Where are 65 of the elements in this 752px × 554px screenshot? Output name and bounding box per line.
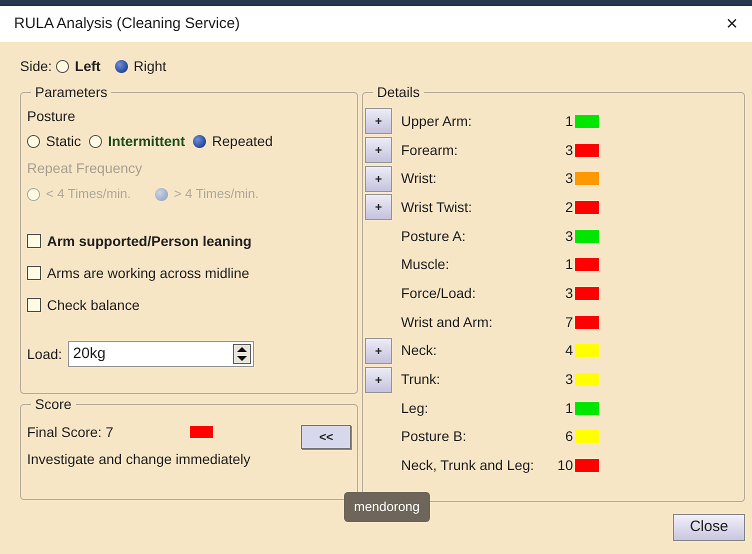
checkbox-label: Arms are working across midline [47,264,250,283]
detail-value: 3 [564,226,574,246]
posture-label: Posture [27,107,76,126]
detail-value: 3 [564,370,574,390]
score-message: Investigate and change immediately [27,450,252,469]
close-dialog-button[interactable]: Close [673,514,745,541]
detail-value: 3 [564,284,574,303]
detail-value: 1 [564,112,574,131]
detail-label: Posture A: [401,226,467,246]
detail-label: Neck, Trunk and Leg: [401,456,536,476]
detail-label: Leg: [401,398,430,418]
checkbox-label: Arm supported/Person leaning [47,232,252,251]
checkbox[interactable] [27,298,41,312]
detail-label: Wrist: [401,169,438,188]
detail-value: 3 [564,169,574,188]
detail-label: Posture B: [401,427,468,446]
tooltip: mendorong [344,492,430,522]
radio-label: Repeated [212,132,273,151]
detail-value: 1 [564,398,574,418]
radio-label: < 4 Times/min. [46,185,131,204]
final-score: Final Score: 7 [27,422,114,442]
expand-button[interactable]: + [365,108,392,134]
checkbox-label: Check balance [47,296,140,314]
side-label: Side: [20,56,52,76]
close-button[interactable]: × [720,12,744,36]
checkbox[interactable] [27,266,41,280]
detail-label: Muscle: [401,255,450,274]
radio-button[interactable] [27,134,40,148]
detail-value: 3 [564,140,574,160]
load-label: Load: [27,344,62,364]
expand-button[interactable]: + [365,194,392,220]
detail-label: Force/Load: [401,284,477,303]
radio-selected[interactable] [154,188,168,200]
detail-label: Forearm: [401,140,459,160]
detail-label: Neck: [401,341,438,360]
detail-value: 1 [564,255,574,274]
expand-button[interactable]: + [365,366,392,393]
radio-button[interactable] [89,134,102,148]
detail-label: Wrist Twist: [401,198,474,217]
detail-label: Trunk: [401,370,442,390]
detail-value: 2 [564,198,574,217]
expand-button[interactable]: + [365,338,392,364]
detail-value: 4 [564,341,574,360]
frequency-label: Repeat Frequency [27,159,144,178]
detail-value: 7 [564,312,574,332]
expand-button[interactable]: + [365,137,392,164]
detail-value: 6 [564,427,574,446]
checkbox[interactable] [27,234,41,248]
expand-button[interactable]: + [365,166,392,192]
load-spin-field[interactable]: 20kg [68,341,254,367]
radio-button[interactable] [56,60,69,72]
radio-label: Intermittent [108,132,186,150]
radio-button[interactable] [27,188,40,200]
spinner-arrows-icon[interactable] [233,344,252,364]
detail-label: Wrist and Arm: [401,312,494,332]
detail-value: 10 [556,456,574,476]
radio-selected[interactable] [193,134,206,148]
collapse-button[interactable]: << [301,425,351,449]
radio-label: Left [74,56,101,76]
detail-label: Upper Arm: [401,112,473,131]
radio-label: Right [134,56,166,76]
radio-label: > 4 Times/min. [174,185,259,204]
radio-label: Static [46,132,82,150]
radio-selected[interactable] [114,60,128,72]
window-title: RULA Analysis (Cleaning Service) [14,14,240,34]
